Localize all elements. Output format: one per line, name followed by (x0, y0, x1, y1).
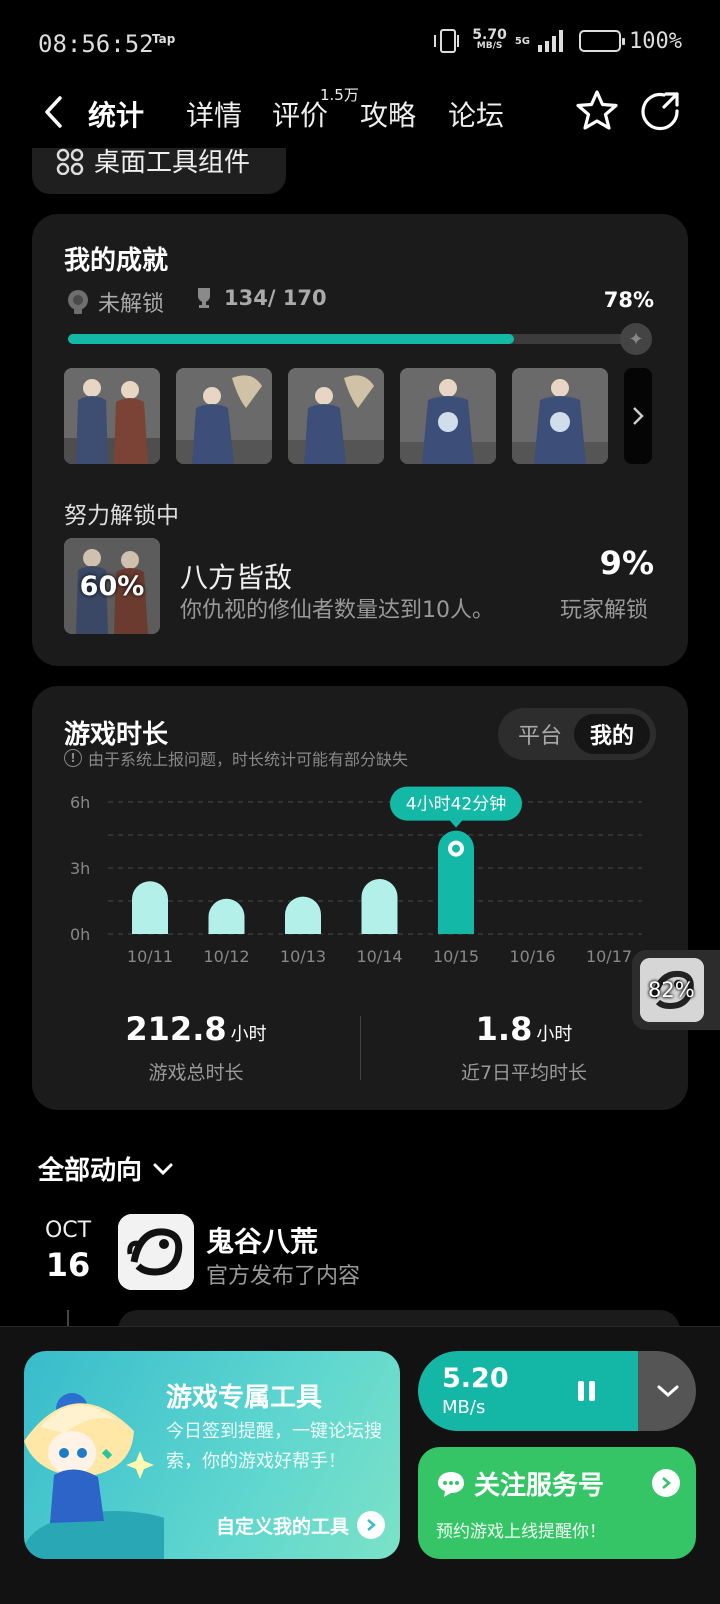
widget-chip-label: 桌面工具组件 (94, 148, 251, 178)
tab-guides[interactable]: 攻略 (360, 94, 416, 134)
desktop-widget-chip[interactable]: 桌面工具组件 (32, 148, 286, 194)
download-unit: MB/s (442, 1397, 486, 1418)
trophy-icon (198, 288, 210, 308)
current-achievement-thumb[interactable]: 60% (64, 538, 160, 634)
top-nav: 统计 详情 评价 1.5万 攻略 论坛 (0, 80, 720, 146)
floating-game-widget[interactable]: 82% (632, 950, 720, 1030)
activity-day: 16 (45, 1246, 91, 1284)
achievement-progress: ✦ (68, 323, 652, 355)
more-achievements-button[interactable] (624, 368, 652, 464)
vibrate-icon (434, 29, 460, 53)
widget-icon (56, 148, 84, 175)
chevron-down-icon[interactable] (636, 1359, 696, 1423)
tab-details[interactable]: 详情 (186, 94, 242, 134)
service-desc: 预约游戏上线提醒你！ (436, 1522, 606, 1542)
y-tick-label: 0h (70, 925, 90, 944)
achievement-thumbs (64, 368, 652, 464)
tools-desc: 今日签到提醒，一键论坛搜索，你的游戏好帮手！ (166, 1421, 382, 1472)
unlock-rate: 9% (599, 544, 654, 582)
y-tick-label: 6h (70, 793, 90, 812)
tooltip-tail (449, 819, 463, 828)
review-count: 1.5万 (320, 86, 359, 104)
current-achievement-name: 八方皆敌 (180, 561, 293, 594)
progress-end-icon: ✦ (620, 323, 652, 355)
status-bar: 08:56:52 Tap 5.70 MB/S 5G 100% (0, 0, 720, 80)
achievement-thumb[interactable] (64, 368, 160, 464)
achievement-thumb[interactable] (288, 368, 384, 464)
net-speed: 5.70 MB/S (472, 27, 507, 51)
activity-desc: 官方发布了内容 (206, 1264, 361, 1289)
current-progress-overlay: 60% (79, 570, 145, 602)
bottom-dock: 游戏专属工具 今日签到提醒，一键论坛搜索，你的游戏好帮手！ 自定义我的工具 5.… (0, 1326, 720, 1604)
chevron-right-icon (633, 407, 644, 425)
follow-service-card[interactable]: 关注服务号 预约游戏上线提醒你！ (418, 1447, 696, 1559)
chevron-down-icon (153, 1163, 173, 1175)
status-right: 5.70 MB/S 5G 100% (434, 26, 682, 56)
locked-filter[interactable]: 未解锁 (64, 286, 164, 318)
y-tick-label: 3h (70, 859, 90, 878)
playtime-card: 游戏时长 ! 由于系统上报问题，时长统计可能有部分缺失 平台 我的 6h 3h 0h… (32, 686, 688, 1110)
service-title: 关注服务号 (474, 1471, 605, 1501)
achievements-title: 我的成就 (64, 246, 169, 276)
x-tick-label: 10/15 (433, 947, 479, 966)
total-playtime: 212.8 小时 游戏总时长 (125, 1010, 267, 1084)
current-achievement-desc: 你仇视的修仙者数量达到10人。 (180, 598, 494, 623)
x-tick-label: 10/17 (586, 947, 632, 966)
pause-icon[interactable] (566, 1371, 606, 1411)
activity-filter[interactable]: 全部动向 (38, 1150, 174, 1187)
chat-icon (438, 1471, 464, 1497)
activity-month: OCT (44, 1218, 92, 1243)
playtime-chart: 6h 3h 0h 10/11 10/12 10/13 10/14 4小时42分钟 10/15 10… (70, 786, 642, 966)
share-icon[interactable] (640, 88, 682, 134)
bar (285, 896, 321, 934)
x-tick-label: 10/14 (356, 947, 402, 966)
arrow-right-icon[interactable] (652, 1469, 680, 1497)
achievement-percent: 78% (603, 288, 654, 312)
achievement-count: 134/ 170 (194, 286, 327, 310)
tab-stats[interactable]: 统计 (86, 94, 147, 134)
x-tick-label: 10/16 (509, 947, 555, 966)
bar-marker-dot (452, 844, 460, 853)
game-tools-card[interactable]: 游戏专属工具 今日签到提醒，一键论坛搜索，你的游戏好帮手！ 自定义我的工具 (24, 1351, 400, 1559)
download-widget[interactable]: 5.20 MB/s (418, 1351, 696, 1431)
app-icon[interactable] (118, 1214, 194, 1290)
tooltip-label: 4小时42分钟 (406, 795, 506, 815)
arrow-right-icon (357, 1511, 386, 1539)
customize-tools-link[interactable]: 自定义我的工具 (216, 1511, 386, 1539)
bar (361, 879, 398, 934)
x-tick-label: 10/11 (127, 947, 173, 966)
star-icon[interactable] (574, 88, 620, 134)
download-speed: 5.20 (442, 1363, 509, 1394)
signal-icon (538, 30, 564, 52)
x-tick-label: 10/12 (203, 947, 249, 966)
status-time: 08:56:52 (38, 30, 154, 58)
battery-percent: 100% (629, 28, 682, 54)
bar (208, 898, 245, 934)
unlock-rate-label: 玩家解锁 (559, 598, 648, 623)
bar (132, 881, 168, 934)
in-progress-title: 努力解锁中 (64, 503, 179, 529)
mascot-icon (24, 1393, 164, 1559)
tap-badge: Tap (152, 32, 176, 46)
achievement-thumb[interactable] (400, 368, 496, 464)
achievement-thumb[interactable] (176, 368, 272, 464)
x-tick-label: 10/13 (280, 947, 326, 966)
network-type: 5G (514, 35, 531, 47)
back-icon[interactable] (40, 92, 68, 132)
achievement-thumb[interactable] (512, 368, 608, 464)
battery-icon (579, 30, 626, 52)
floating-percent: 82% (648, 978, 695, 1002)
app-name[interactable]: 鬼谷八荒 (206, 1220, 318, 1260)
trophy-locked-icon (68, 290, 88, 314)
tab-forum[interactable]: 论坛 (448, 94, 504, 134)
tools-title: 游戏专属工具 (166, 1383, 323, 1413)
achievements-card: 我的成就 未解锁 134/ 170 78% ✦ 努力解锁中 60% 八方皆敌 你… (32, 214, 688, 666)
